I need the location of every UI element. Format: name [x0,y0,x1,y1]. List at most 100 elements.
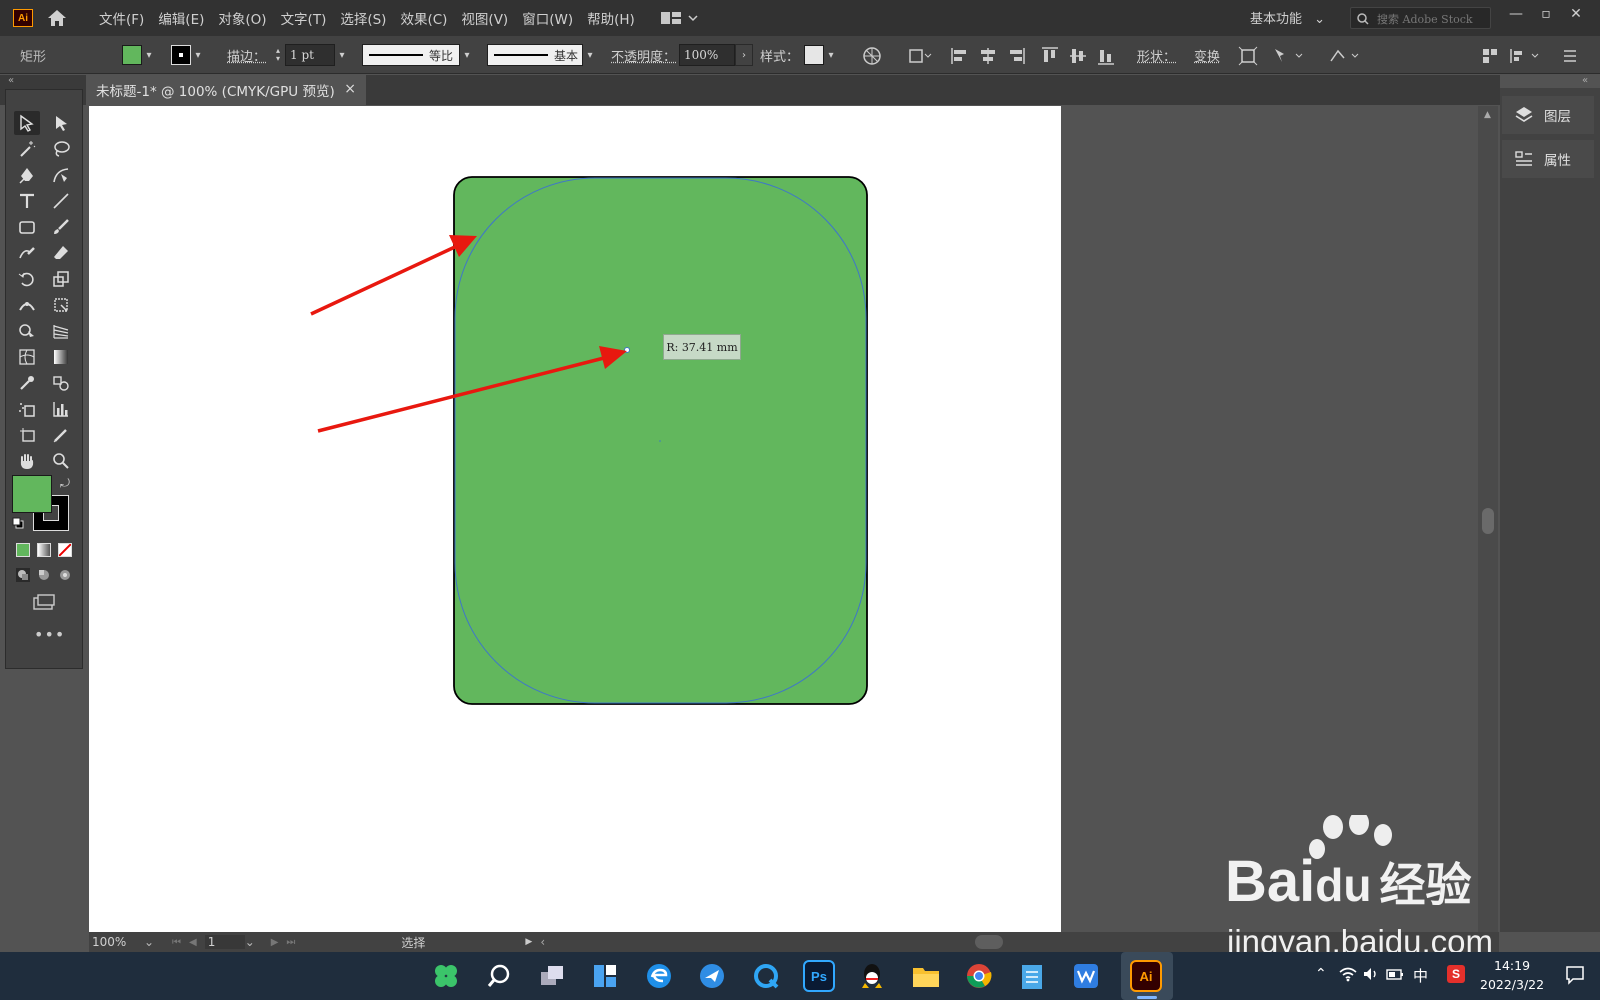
type-tool-icon[interactable] [14,189,40,213]
widgets-icon[interactable] [589,960,621,992]
rectangle-tool-icon[interactable] [14,215,40,239]
ime-indicator[interactable]: 中 [1413,965,1428,986]
collapse-panels-icon[interactable]: « [1582,75,1588,86]
notepad-icon[interactable] [1016,960,1048,992]
symbol-sprayer-tool-icon[interactable] [14,397,40,421]
style-swatch[interactable] [804,45,824,65]
pasteboard[interactable] [1061,106,1475,932]
stroke-swatch[interactable] [171,45,191,65]
start-icon[interactable] [430,960,462,992]
eraser-tool-icon[interactable] [48,241,74,265]
scale-tool-icon[interactable] [48,267,74,291]
arrange-documents-button[interactable] [660,10,698,26]
variable-width-profile[interactable]: 等比 ▾ [362,44,474,66]
notification-icon[interactable] [1565,965,1585,989]
gradient-mode-icon[interactable] [37,543,51,557]
sogou-ime-icon[interactable]: S [1447,965,1465,983]
system-clock[interactable]: 14:19 2022/3/22 [1480,956,1544,994]
stroke-swatch-control[interactable]: ▾ [171,44,205,66]
crop-align-icon[interactable] [907,46,932,66]
zoom-tool-icon[interactable] [48,449,74,473]
opacity-control[interactable]: 100% › [679,44,753,66]
home-icon[interactable] [46,7,68,29]
brush-definition[interactable]: 基本 ▾ [487,44,597,66]
align-left-icon[interactable] [950,46,972,66]
free-transform-tool-icon[interactable] [48,293,74,317]
menu-select[interactable]: 选择(S) [333,8,393,28]
color-mode-icon[interactable] [16,543,30,557]
battery-icon[interactable] [1385,966,1405,986]
menu-edit[interactable]: 编辑(E) [151,8,211,28]
wps-icon[interactable] [1070,960,1102,992]
menu-file[interactable]: 文件(F) [92,8,151,28]
horizontal-scrollbar-thumb[interactable] [975,935,1004,949]
artwork[interactable] [89,106,1061,932]
qq-browser-icon[interactable] [750,960,782,992]
next-artboard-icon[interactable]: ▶ [271,937,279,948]
graphic-style-control[interactable]: ▾ [804,44,838,66]
layers-panel-button[interactable]: 图层 [1502,96,1594,134]
lasso-tool-icon[interactable] [48,137,74,161]
previous-artboard-icon[interactable]: ◀ [189,937,197,948]
distribute-icon[interactable] [1508,46,1542,66]
task-view-icon[interactable] [536,960,568,992]
maximize-button[interactable]: ▫ [1535,6,1557,28]
last-artboard-icon[interactable]: ⏭ [286,937,295,948]
wifi-icon[interactable] [1339,966,1357,986]
status-menu-icon[interactable]: ▶ [525,937,532,947]
menu-help[interactable]: 帮助(H) [580,8,642,28]
stroke-label[interactable]: 描边： [227,44,266,66]
file-explorer-icon[interactable] [910,960,942,992]
fill-swatch[interactable] [122,45,142,65]
stroke-weight-input[interactable]: 1 pt [285,44,335,66]
curvature-tool-icon[interactable] [48,163,74,187]
close-icon[interactable]: × [344,81,356,97]
column-graph-tool-icon[interactable] [48,397,74,421]
stroke-weight-control[interactable]: ▴ ▾ 1 pt ▾ [271,44,349,66]
chevron-down-icon[interactable]: ▾ [824,44,838,66]
illustrator-icon[interactable]: Ai [1130,960,1162,992]
artboard-tool-icon[interactable] [14,423,40,447]
menu-window[interactable]: 窗口(W) [515,8,580,28]
direct-selection-tool-icon[interactable] [48,111,74,135]
transform-label[interactable]: 变换 [1194,44,1220,66]
align-middle-icon[interactable] [1068,46,1090,66]
select-similar-icon[interactable] [1272,46,1306,66]
volume-icon[interactable] [1362,966,1380,986]
none-mode-icon[interactable] [58,543,72,557]
line-segment-tool-icon[interactable] [48,189,74,213]
scrollbar-thumb[interactable] [1482,508,1494,534]
menu-effect[interactable]: 效果(C) [393,8,454,28]
document-tab[interactable]: 未标题-1* @ 100% (CMYK/GPU 预览) × [86,75,366,105]
magic-wand-tool-icon[interactable] [14,137,40,161]
minimize-button[interactable]: — [1505,6,1527,28]
opacity-label[interactable]: 不透明度： [611,44,676,66]
stepper-icon[interactable]: ▴ ▾ [271,44,285,66]
recolor-artwork-icon[interactable] [862,46,884,66]
chevron-down-icon[interactable]: ⌄ [144,935,160,949]
close-window-button[interactable]: ✕ [1565,6,1587,28]
chevron-down-icon[interactable]: ▾ [583,44,597,66]
search-icon[interactable] [483,960,515,992]
puppet-warp-icon[interactable] [1328,46,1362,66]
align-center-icon[interactable] [978,46,1000,66]
draw-inside-icon[interactable] [58,568,72,586]
chevron-down-icon[interactable]: ▾ [335,44,349,66]
align-top-icon[interactable] [1040,46,1062,66]
feishu-icon[interactable] [696,960,728,992]
photoshop-icon[interactable]: Ps [803,960,835,992]
menu-type[interactable]: 文字(T) [274,8,334,28]
menu-view[interactable]: 视图(V) [454,8,515,28]
align-right-icon[interactable] [1006,46,1028,66]
perspective-grid-tool-icon[interactable] [48,319,74,343]
chevron-up-icon[interactable]: ⌃ [1315,966,1327,982]
scroll-left-icon[interactable]: ‹ [540,935,545,949]
rotate-tool-icon[interactable] [14,267,40,291]
workspace-switcher[interactable]: 基本功能 ⌄ [1250,8,1325,27]
draw-normal-icon[interactable] [16,568,30,586]
artboard[interactable] [89,106,1061,932]
selection-tool-icon[interactable] [14,111,40,135]
default-fill-stroke-icon[interactable] [12,517,24,529]
shaper-tool-icon[interactable] [14,241,40,265]
hand-tool-icon[interactable] [14,449,40,473]
